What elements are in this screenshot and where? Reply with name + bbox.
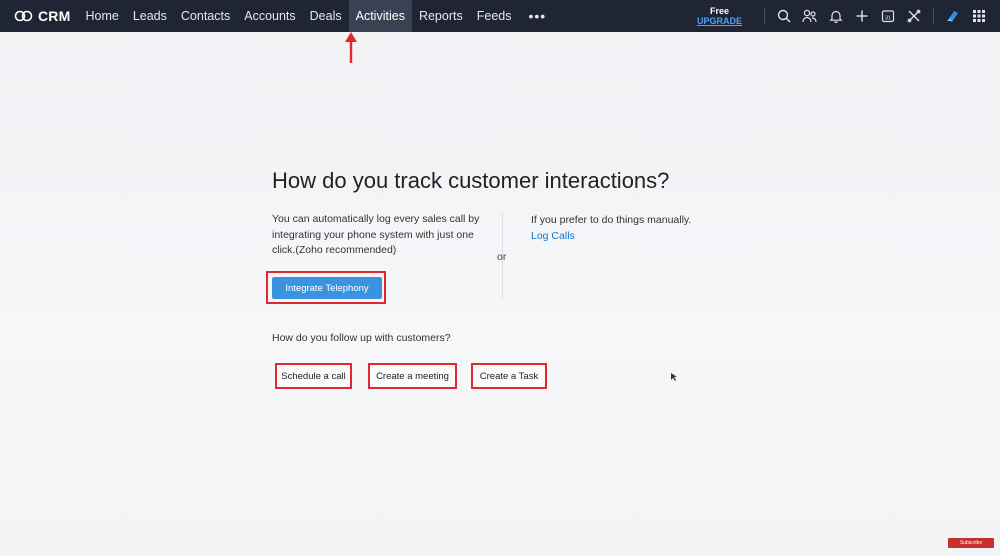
plus-icon[interactable] [849, 0, 875, 32]
search-icon[interactable] [771, 0, 797, 32]
or-label: or [497, 251, 507, 263]
create-meeting-button[interactable]: Create a meeting [368, 363, 457, 389]
more-modules-button[interactable]: ••• [518, 0, 556, 32]
tools-icon[interactable] [901, 0, 927, 32]
page-title: How do you track customer interactions? [272, 168, 670, 193]
nav-item-deals[interactable]: Deals [303, 0, 349, 32]
integrate-telephony-button[interactable]: Integrate Telephony [272, 277, 382, 299]
auto-log-description: You can automatically log every sales ca… [272, 213, 480, 256]
nav-item-leads[interactable]: Leads [126, 0, 174, 32]
mouse-cursor-icon [671, 373, 677, 381]
zoho-crm-logo[interactable]: CRM [0, 0, 78, 32]
subscribe-watermark: Subscribe [948, 538, 994, 548]
manual-description: If you prefer to do things manually. [531, 214, 692, 226]
log-calls-link[interactable]: Log Calls [531, 229, 691, 245]
upgrade-badge[interactable]: Free UPGRADE [697, 6, 742, 26]
schedule-call-button[interactable]: Schedule a call [275, 363, 352, 389]
top-nav-bar: CRM Home Leads Contacts Accounts Deals A… [0, 0, 1000, 32]
watermark-label: Subscribe [959, 540, 983, 546]
zoho-sign-icon[interactable] [940, 0, 966, 32]
nav-item-contacts[interactable]: Contacts [174, 0, 237, 32]
divider [764, 8, 765, 24]
top-right-tools: Free UPGRADE 31 [697, 0, 1000, 32]
calendar-day: 31 [885, 16, 891, 22]
nav-item-activities[interactable]: Activities [348, 0, 412, 32]
followup-heading: How do you follow up with customers? [272, 332, 451, 344]
zoho-rings-icon [14, 10, 33, 22]
bell-icon[interactable] [823, 0, 849, 32]
brand-name: CRM [38, 8, 71, 24]
plan-label: Free [709, 6, 729, 16]
nav-item-home[interactable]: Home [78, 0, 125, 32]
module-tabs: Home Leads Contacts Accounts Deals Activ… [78, 0, 556, 32]
calendar-icon[interactable]: 31 [875, 0, 901, 32]
nav-item-reports[interactable]: Reports [412, 0, 470, 32]
nav-item-accounts[interactable]: Accounts [237, 0, 302, 32]
manual-option: If you prefer to do things manually. Log… [531, 213, 691, 244]
apps-grid-icon[interactable] [966, 0, 992, 32]
create-task-button[interactable]: Create a Task [471, 363, 547, 389]
upgrade-link[interactable]: UPGRADE [697, 16, 742, 26]
annotation-arrow-icon [345, 32, 357, 63]
divider [933, 8, 934, 24]
users-icon[interactable] [797, 0, 823, 32]
nav-item-feeds[interactable]: Feeds [470, 0, 519, 32]
